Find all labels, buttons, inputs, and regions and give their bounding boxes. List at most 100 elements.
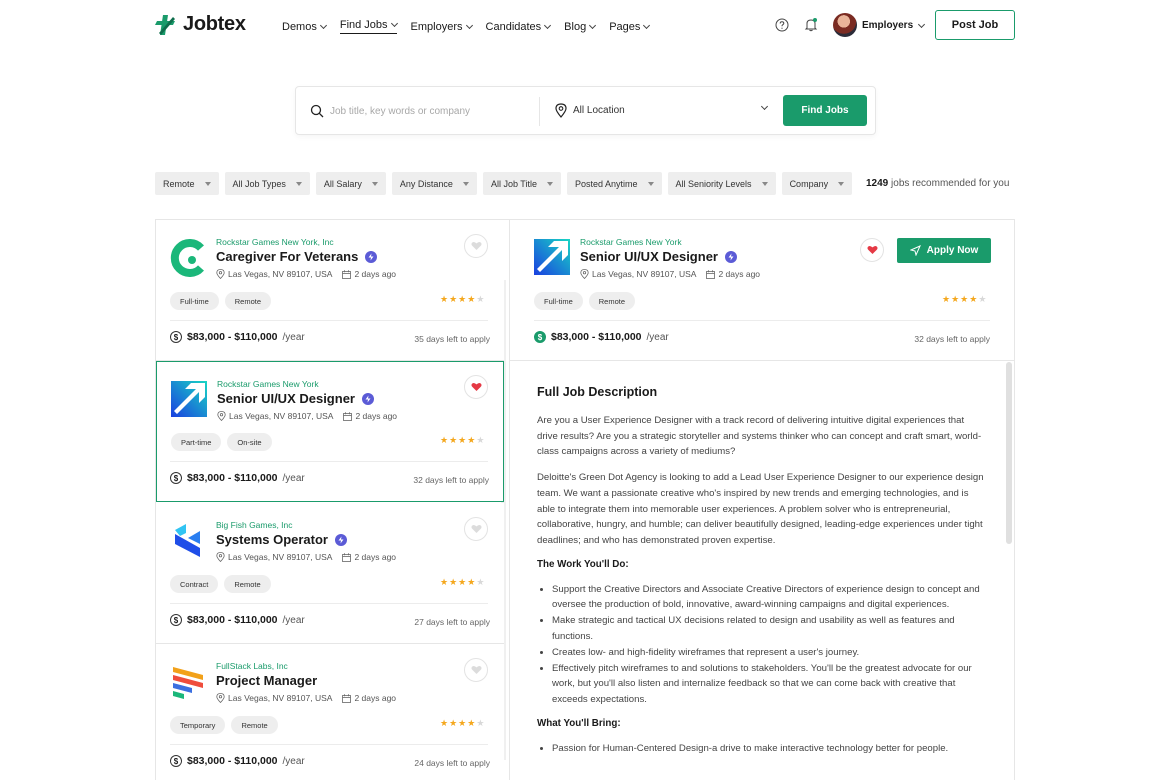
star-icon: ★ xyxy=(960,294,969,304)
star-icon: ★ xyxy=(440,435,449,445)
filter-company[interactable]: Company xyxy=(781,172,853,195)
save-job-button[interactable] xyxy=(464,517,488,541)
caret-down-icon xyxy=(204,181,211,186)
caret-down-icon xyxy=(295,181,302,186)
arrow-logo xyxy=(171,381,207,417)
star-icon: ★ xyxy=(969,294,978,304)
job-tag[interactable]: Remote xyxy=(224,292,272,310)
filter-job-title[interactable]: All Job Title xyxy=(482,172,561,195)
job-tag[interactable]: Contract xyxy=(170,575,219,593)
nav-label: Employers xyxy=(410,20,463,33)
company-name[interactable]: Big Fish Games, Inc xyxy=(216,520,293,530)
filter-seniority[interactable]: All Seniority Levels xyxy=(667,172,776,195)
job-tag[interactable]: Remote xyxy=(224,575,271,593)
job-tag[interactable]: Full-time xyxy=(534,292,583,310)
post-job-button[interactable]: Post Job xyxy=(935,10,1015,40)
job-title[interactable]: Systems Operator xyxy=(216,532,328,547)
calendar-icon xyxy=(342,693,352,703)
dollar-icon: $ xyxy=(170,331,182,343)
filter-remote[interactable]: Remote xyxy=(155,172,219,195)
chevron-down-icon xyxy=(465,21,473,29)
days-left: 35 days left to apply xyxy=(414,334,490,344)
list-item: Passion for Human-Centered Design-a driv… xyxy=(552,741,985,757)
nav-candidates[interactable]: Candidates xyxy=(486,19,552,34)
filter-bar: Remote All Job Types All Salary Any Dist… xyxy=(155,172,853,195)
filter-label: All Job Types xyxy=(232,178,286,189)
job-tag[interactable]: Part-time xyxy=(171,433,222,451)
stripes-logo xyxy=(173,667,203,699)
job-card[interactable]: Big Fish Games, Inc Systems Operator Las… xyxy=(156,503,504,644)
card-divider xyxy=(170,320,488,321)
job-tag[interactable]: On-site xyxy=(227,433,272,451)
chevron-down-icon xyxy=(390,19,398,28)
job-card[interactable]: Rockstar Games New York, Inc Caregiver F… xyxy=(156,220,504,361)
search-input[interactable] xyxy=(330,102,530,120)
brand-logo[interactable]: Jobtex xyxy=(155,13,246,36)
nav-find-jobs[interactable]: Find Jobs xyxy=(339,19,398,34)
filter-distance[interactable]: Any Distance xyxy=(391,172,477,195)
nav-pages[interactable]: Pages xyxy=(609,19,651,34)
star-icon: ★ xyxy=(467,718,476,728)
star-empty-icon: ★ xyxy=(978,294,987,304)
job-tag[interactable]: Temporary xyxy=(170,716,226,734)
card-divider xyxy=(170,603,488,604)
nav-label: Pages xyxy=(609,20,641,33)
map-pin-icon xyxy=(217,411,226,421)
job-title: Senior UI/UX Designer xyxy=(580,249,718,264)
job-title[interactable]: Caregiver For Veterans xyxy=(216,249,358,264)
star-icon: ★ xyxy=(449,435,458,445)
nav-demos[interactable]: Demos xyxy=(282,19,327,34)
caret-down-icon xyxy=(761,181,768,186)
chevron-down-icon xyxy=(589,21,597,29)
avatar[interactable] xyxy=(833,13,857,37)
nav-label: Demos xyxy=(282,20,317,33)
saved-job-button[interactable] xyxy=(860,238,884,262)
account-label: Employers xyxy=(862,20,914,31)
map-pin-icon xyxy=(216,552,225,562)
save-job-button[interactable] xyxy=(464,234,488,258)
caret-down-icon xyxy=(647,181,654,186)
dollar-icon: $ xyxy=(170,755,182,767)
filter-job-types[interactable]: All Job Types xyxy=(224,172,310,195)
bell-icon[interactable] xyxy=(804,17,818,32)
save-job-button[interactable] xyxy=(464,658,488,682)
search-bar: All Location Find Jobs xyxy=(295,86,876,135)
filter-posted[interactable]: Posted Anytime xyxy=(566,172,662,195)
salary-period: /year xyxy=(646,331,669,343)
account-menu[interactable]: Employers xyxy=(862,20,926,31)
brand-name: Jobtex xyxy=(183,13,246,35)
filter-salary[interactable]: All Salary xyxy=(315,172,386,195)
nav-employers[interactable]: Employers xyxy=(410,19,473,34)
job-tag[interactable]: Remote xyxy=(231,716,278,734)
calendar-icon xyxy=(706,269,716,279)
job-card-selected[interactable]: Rockstar Games New York Senior UI/UX Des… xyxy=(156,361,504,502)
job-title[interactable]: Senior UI/UX Designer xyxy=(217,391,355,406)
company-name[interactable]: Rockstar Games New York xyxy=(580,237,682,247)
list-item: Make strategic and tactical UX decisions… xyxy=(552,613,985,645)
job-tag[interactable]: Remote xyxy=(588,292,636,310)
company-name[interactable]: Rockstar Games New York, Inc xyxy=(216,237,334,247)
star-icon: ★ xyxy=(458,435,467,445)
company-name[interactable]: Rockstar Games New York xyxy=(217,379,319,389)
location-select[interactable]: All Location xyxy=(573,105,625,116)
job-card[interactable]: FullStack Labs, Inc Project Manager Las … xyxy=(156,644,504,780)
saved-job-button[interactable] xyxy=(464,375,488,399)
detail-scrollbar[interactable] xyxy=(1006,362,1012,544)
star-icon: ★ xyxy=(440,577,449,587)
help-icon[interactable] xyxy=(775,18,789,32)
job-location: Las Vegas, NV 89107, USA xyxy=(228,693,333,703)
company-name[interactable]: FullStack Labs, Inc xyxy=(216,661,288,671)
job-title[interactable]: Project Manager xyxy=(216,673,317,688)
job-description: Full Job Description Are you a User Expe… xyxy=(537,385,985,767)
chevron-down-icon[interactable] xyxy=(760,102,769,111)
description-paragraph: Are you a User Experience Designer with … xyxy=(537,415,982,458)
salary-period: /year xyxy=(282,331,305,343)
nav-blog[interactable]: Blog xyxy=(564,19,597,34)
star-empty-icon: ★ xyxy=(476,577,485,587)
jobtex-logo-icon xyxy=(155,14,175,35)
apply-now-button[interactable]: Apply Now xyxy=(897,238,991,263)
job-tag[interactable]: Full-time xyxy=(170,292,219,310)
posted-date: 2 days ago xyxy=(354,269,397,279)
find-jobs-button[interactable]: Find Jobs xyxy=(783,95,867,126)
verified-icon xyxy=(335,533,347,546)
